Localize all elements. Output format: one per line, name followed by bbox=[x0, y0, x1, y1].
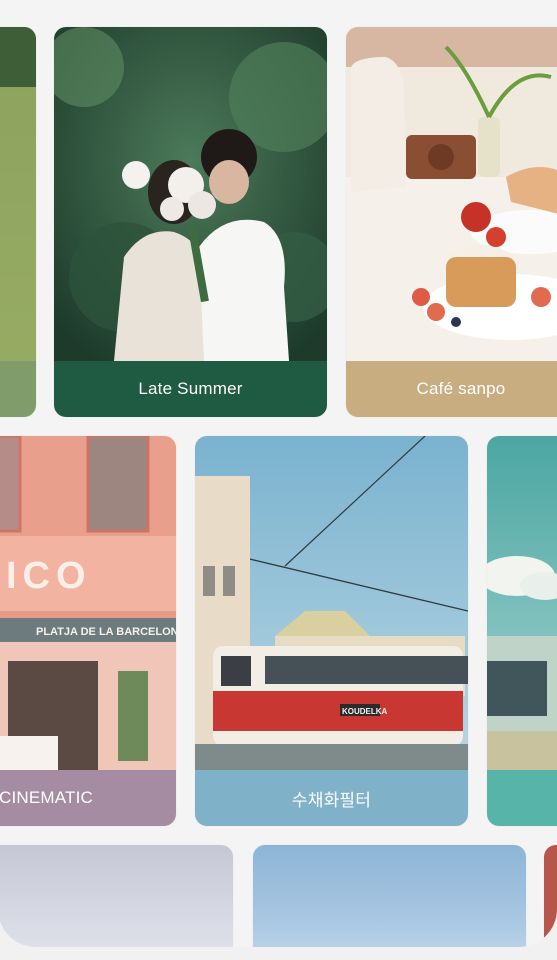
filter-card-row3-b[interactable] bbox=[253, 845, 526, 947]
filter-card-label bbox=[487, 770, 557, 826]
storefront-sign: PLATJA DE LA BARCELONE bbox=[36, 626, 176, 638]
filter-preview-image bbox=[253, 845, 526, 947]
tram-ad: KOUDELKA bbox=[342, 707, 388, 716]
filter-card-cinematic[interactable]: ICO PLATJA DE LA BARCELONE CINEMATIC bbox=[0, 436, 176, 826]
filter-card-watercolor[interactable]: KOUDELKA 수채화필터 bbox=[195, 436, 468, 826]
filter-card-cafe-sanpo[interactable]: Café sanpo bbox=[346, 27, 557, 417]
filter-card-label: Late Summer bbox=[54, 361, 327, 417]
filter-card-row3-c[interactable] bbox=[544, 845, 557, 947]
filter-card-late-summer[interactable]: Late Summer bbox=[54, 27, 327, 417]
filter-gallery: Late Summer Café sanpo ICO PLATJA DE LA … bbox=[0, 0, 557, 947]
filter-card-label: Café sanpo bbox=[346, 361, 557, 417]
filter-preview-image bbox=[0, 27, 36, 361]
storefront-letters: ICO bbox=[6, 555, 92, 597]
filter-preview-image: ICO PLATJA DE LA BARCELONE bbox=[0, 436, 176, 770]
filter-preview-image bbox=[544, 845, 557, 947]
filter-preview-image bbox=[346, 27, 557, 361]
filter-card-label bbox=[0, 361, 36, 417]
filter-card-green-field[interactable] bbox=[0, 27, 36, 417]
filter-card-label: 수채화필터 bbox=[195, 770, 468, 826]
filter-preview-image bbox=[487, 436, 557, 770]
filter-preview-image bbox=[54, 27, 327, 361]
filter-card-teal-sky[interactable] bbox=[487, 436, 557, 826]
filter-preview-image bbox=[0, 845, 233, 947]
filter-card-row3-a[interactable] bbox=[0, 845, 233, 947]
filter-card-label: CINEMATIC bbox=[0, 770, 176, 826]
filter-preview-image: KOUDELKA bbox=[195, 436, 468, 770]
